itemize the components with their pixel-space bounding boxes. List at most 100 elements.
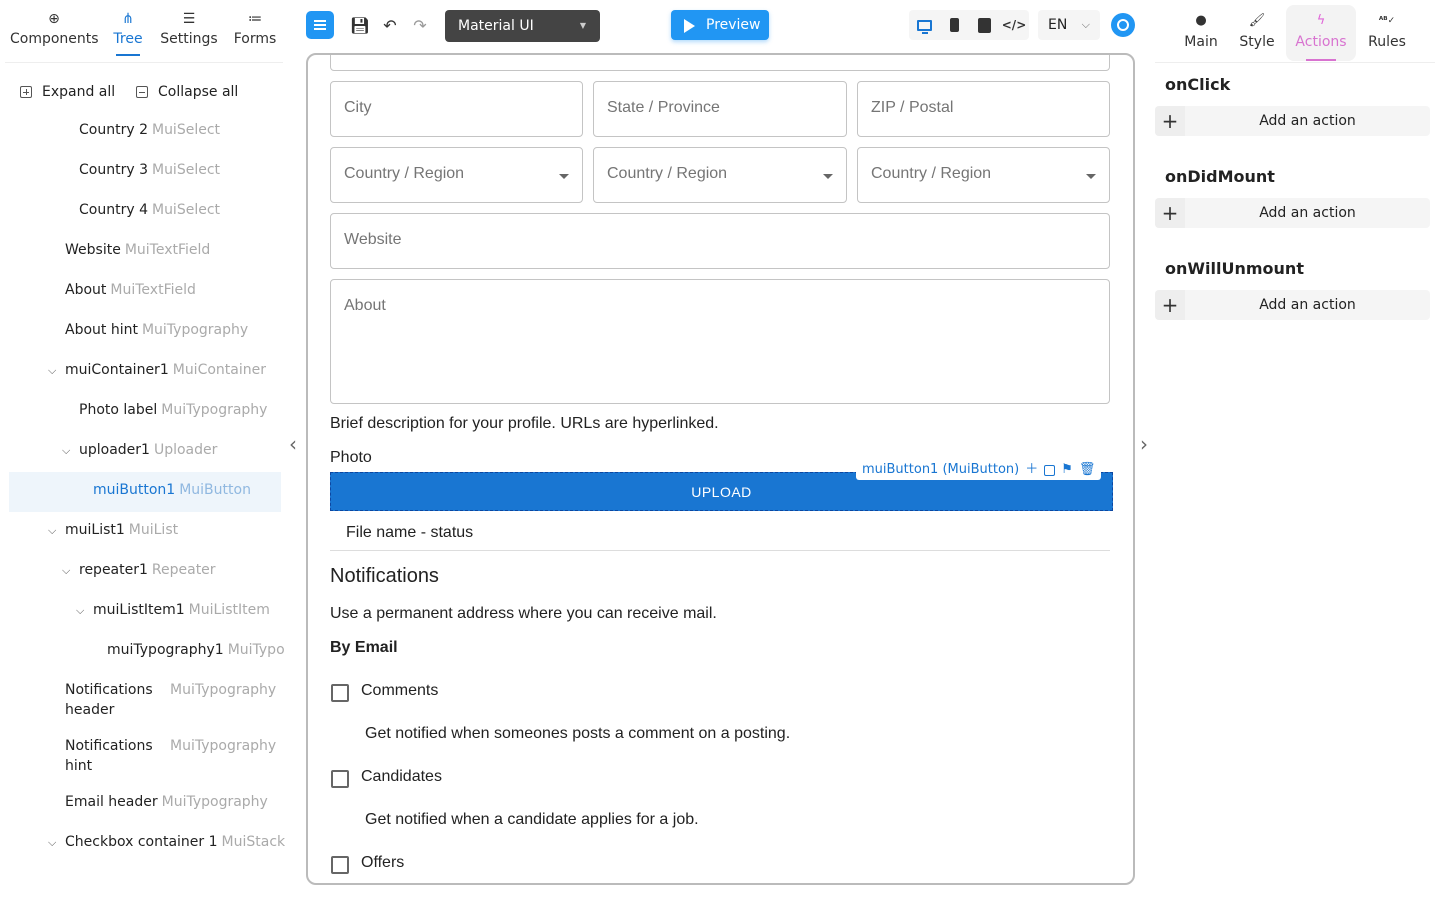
chevron-down-icon[interactable]: ⌵ (48, 833, 56, 853)
caret-down-icon: ▼ (579, 21, 586, 30)
bookmark-icon[interactable]: ⚑ (1061, 460, 1073, 480)
chevron-down-icon: ⌵ (1081, 18, 1090, 31)
address-field[interactable] (330, 55, 1110, 71)
file-status: File name - status (346, 524, 474, 541)
preview-button[interactable]: Preview (671, 10, 769, 40)
state-field[interactable]: State / Province (593, 81, 847, 137)
tab-actions[interactable]: ϟ Actions (1286, 5, 1356, 61)
save-button[interactable]: 💾︎ (347, 12, 373, 38)
chevron-down-icon[interactable]: ⌵ (76, 601, 84, 621)
chevron-down-icon[interactable]: ⌵ (48, 521, 56, 541)
redo-button[interactable]: ↷ (407, 12, 433, 38)
about-field[interactable]: About (330, 279, 1110, 404)
add-circle-icon: ⊕ (48, 11, 60, 27)
redo-icon: ↷ (413, 15, 427, 35)
zip-field[interactable]: ZIP / Postal (857, 81, 1110, 137)
list-icon: ≔ (248, 11, 262, 27)
about-hint: Brief description for your profile. URLs… (330, 415, 719, 432)
add-icon[interactable]: ＋ (1025, 460, 1038, 480)
tree-node-about[interactable]: About MuiTextField (65, 280, 196, 300)
theme-select[interactable]: Material UI ▼ (445, 10, 600, 42)
tree-node-about-hint[interactable]: About hint MuiTypography (65, 320, 248, 340)
menu-icon-bar (314, 28, 326, 30)
onclick-add-action-button[interactable]: + Add an action (1155, 106, 1430, 136)
caret-down-icon (823, 174, 833, 179)
collapse-icon (136, 86, 148, 98)
divider (5, 62, 283, 63)
website-field[interactable]: Website (330, 213, 1110, 269)
divider (1155, 62, 1435, 63)
chevron-right-icon[interactable]: › (1140, 432, 1148, 456)
monitor-icon (916, 19, 932, 34)
tab-components[interactable]: ⊕ Components (10, 10, 99, 47)
chevron-down-icon[interactable]: ⌵ (48, 361, 56, 381)
candidates-checkbox[interactable] (331, 770, 349, 788)
city-field[interactable]: City (330, 81, 583, 137)
design-canvas[interactable]: City State / Province ZIP / Postal Count… (306, 53, 1135, 885)
tree-node-photo-label[interactable]: Photo label MuiTypography (79, 400, 267, 420)
copy-icon[interactable] (1044, 464, 1056, 476)
tree-node-checkbox-container-1[interactable]: ⌵ Checkbox container 1 MuiStack (48, 832, 285, 852)
plus-icon: + (1155, 106, 1185, 136)
plus-icon: + (1155, 290, 1185, 320)
divider (330, 550, 1110, 551)
tree-node-uploader1[interactable]: ⌵ uploader1 Uploader (62, 440, 217, 460)
tab-settings[interactable]: ☰ Settings (160, 10, 218, 47)
tree-node-muilistitem1[interactable]: ⌵ muiListItem1 MuiListItem (76, 600, 270, 620)
caret-down-icon (559, 174, 569, 179)
tree-node-country-3[interactable]: Country 3 MuiSelect (79, 160, 220, 180)
tab-tree[interactable]: ⋔ Tree (110, 10, 146, 56)
tab-rules[interactable]: ᴬᴮ✓ Rules (1352, 5, 1422, 61)
menu-icon-bar (314, 24, 326, 26)
chevron-left-icon[interactable]: ‹ (289, 432, 297, 456)
tree-node-muitypography1[interactable]: muiTypography1 MuiTypo (107, 640, 285, 660)
chevron-down-icon[interactable]: ⌵ (62, 441, 70, 461)
menu-icon (314, 20, 326, 22)
chevron-down-icon[interactable]: ⌵ (62, 561, 70, 581)
tab-style[interactable]: 🖌︎ Style (1222, 5, 1292, 61)
brush-icon: 🖌︎ (1248, 13, 1266, 28)
tree-node-muibutton1[interactable]: muiButton1 MuiButton (93, 480, 251, 500)
phone-icon (949, 18, 959, 32)
comments-hint: Get notified when someones posts a comme… (365, 725, 791, 742)
offers-label: Offers (361, 854, 405, 871)
candidates-hint: Get notified when a candidate applies fo… (365, 811, 699, 828)
comments-checkbox[interactable] (331, 684, 349, 702)
desktop-view-button[interactable] (913, 14, 935, 36)
onwillunmount-add-action-button[interactable]: + Add an action (1155, 290, 1430, 320)
phone-view-button[interactable] (943, 14, 965, 36)
offers-checkbox[interactable] (331, 856, 349, 874)
tree-node-website[interactable]: Website MuiTextField (65, 240, 210, 260)
expand-icon (20, 86, 32, 98)
collapse-all-button[interactable]: Collapse all (136, 84, 238, 100)
code-view-button[interactable]: </> (1002, 14, 1027, 36)
tab-forms[interactable]: ≔ Forms (230, 10, 280, 47)
tree-node-email-header[interactable]: Email header MuiTypography (65, 792, 268, 812)
country-select-1[interactable]: Country / Region (330, 147, 583, 203)
selected-component-label: muiButton1 (MuiButton) ＋ ⚑ 🗑︎ (856, 460, 1102, 480)
tree-node-repeater1[interactable]: ⌵ repeater1 Repeater (62, 560, 216, 580)
tree-node-country-4[interactable]: Country 4 MuiSelect (79, 200, 220, 220)
tablet-view-button[interactable] (973, 14, 995, 36)
email-header: By Email (330, 639, 398, 656)
event-onwillunmount-title: onWillUnmount (1165, 259, 1304, 278)
bolt-icon: ϟ (1316, 13, 1326, 28)
spellcheck-icon: ᴬᴮ✓ (1378, 16, 1396, 26)
tree-node-muicontainer1[interactable]: ⌵ muiContainer1 MuiContainer (48, 360, 266, 380)
menu-button[interactable] (306, 11, 334, 39)
undo-button[interactable]: ↶ (377, 12, 403, 38)
gear-icon[interactable] (1111, 13, 1135, 37)
tree-node-country-2[interactable]: Country 2 MuiSelect (79, 120, 220, 140)
ondidmount-add-action-button[interactable]: + Add an action (1155, 198, 1430, 228)
comments-label: Comments (361, 682, 439, 699)
expand-all-button[interactable]: Expand all (20, 84, 115, 100)
country-select-3[interactable]: Country / Region (857, 147, 1110, 203)
event-onclick-title: onClick (1165, 75, 1231, 94)
trash-icon[interactable]: 🗑︎ (1079, 460, 1096, 480)
tree-node-muilist1[interactable]: ⌵ muiList1 MuiList (48, 520, 178, 540)
language-select[interactable]: EN ⌵ (1038, 10, 1100, 40)
event-ondidmount-title: onDidMount (1165, 167, 1275, 186)
plus-icon: + (1155, 198, 1185, 228)
tree-icon: ⋔ (122, 11, 134, 27)
country-select-2[interactable]: Country / Region (593, 147, 847, 203)
